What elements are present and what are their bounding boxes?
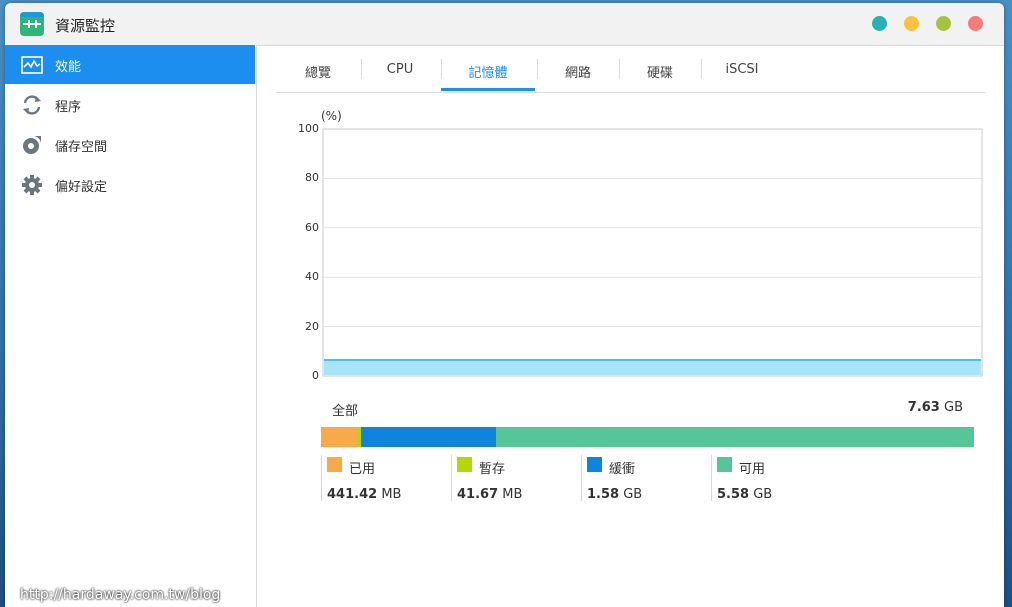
tab-cpu[interactable]: CPU <box>370 62 430 77</box>
legend-value: 41.67 MB <box>457 487 522 502</box>
legend-divider <box>711 455 712 501</box>
legend-divider <box>451 455 452 501</box>
legend-value-number: 5.58 <box>717 487 750 502</box>
sidebar-item-label: 程序 <box>55 100 82 115</box>
memory-total-unit: GB <box>944 400 963 415</box>
performance-chart-icon <box>21 56 43 74</box>
chart-frame <box>322 128 983 377</box>
legend-label: 已用 <box>349 462 376 477</box>
legend-value: 5.58 GB <box>717 487 772 502</box>
legend-value-unit: MB <box>381 487 402 502</box>
legend-divider <box>581 455 582 501</box>
legend-value-unit: MB <box>502 487 523 502</box>
legend-value-unit: GB <box>623 487 643 502</box>
memory-bar-segment <box>321 427 358 447</box>
resource-monitor-app-icon <box>20 12 44 36</box>
legend-swatch <box>717 457 732 472</box>
watermark-url: http://hardaway.com.tw/blog <box>20 587 221 603</box>
title-bar[interactable]: 資源監控 <box>5 3 1004 46</box>
tab-memory[interactable]: 記憶體 <box>446 62 530 81</box>
legend-value-number: 441.42 <box>327 487 378 502</box>
main-panel: 總覽 CPU 記憶體 網路 硬碟 iSCSI (%) 100 80 60 40 20 0 … <box>257 45 1004 607</box>
memory-legend-item: 暫存 41.67 MB <box>451 455 576 502</box>
memory-usage-chart: (%) 100 80 60 40 20 0 <box>257 105 1004 385</box>
legend-swatch <box>587 457 602 472</box>
memory-bar-segment <box>361 427 496 447</box>
sidebar-item-label: 儲存空間 <box>55 140 108 155</box>
sidebar-item-label: 偏好設定 <box>55 180 108 195</box>
memory-total-value: 7.63 GB <box>857 400 963 415</box>
legend-divider <box>321 455 322 501</box>
sidebar-item-storage[interactable]: 儲存空間 <box>5 125 255 164</box>
memory-total-number: 7.63 <box>907 400 940 415</box>
legend-value: 441.42 MB <box>327 487 401 502</box>
memory-bar-segment <box>496 427 974 447</box>
window-button-2[interactable] <box>904 16 919 31</box>
legend-label: 可用 <box>739 462 766 477</box>
memory-legend-item: 可用 5.58 GB <box>711 455 836 502</box>
legend-value: 1.58 GB <box>587 487 642 502</box>
sidebar-item-label: 效能 <box>55 60 82 75</box>
tab-overview[interactable]: 總覽 <box>286 62 350 81</box>
window-button-1[interactable] <box>872 16 887 31</box>
storage-pie-icon <box>23 136 41 154</box>
legend-value-unit: GB <box>753 487 773 502</box>
window-title: 資源監控 <box>55 17 116 35</box>
window-button-4[interactable] <box>968 16 983 31</box>
legend-value-number: 1.58 <box>587 487 620 502</box>
tab-disk[interactable]: 硬碟 <box>624 62 696 81</box>
legend-swatch <box>457 457 472 472</box>
sidebar-item-process[interactable]: 程序 <box>5 85 255 124</box>
memory-total-label: 全部 <box>332 404 359 419</box>
sidebar-item-preferences[interactable]: 偏好設定 <box>5 165 255 204</box>
active-tab-indicator <box>441 88 535 91</box>
tab-bar: 總覽 CPU 記憶體 網路 硬碟 iSCSI <box>276 45 985 93</box>
sidebar: 效能 程序 儲存空間 偏好設定 <box>5 45 257 607</box>
sidebar-item-performance[interactable]: 效能 <box>5 45 255 84</box>
legend-value-number: 41.67 <box>457 487 499 502</box>
resource-monitor-window: 資源監控 效能 程序 儲存空間 偏好設定 總覽 CPU 記憶體 網路 硬碟 iS… <box>5 3 1004 607</box>
window-button-3[interactable] <box>936 16 951 31</box>
legend-swatch <box>327 457 342 472</box>
tab-network[interactable]: 網路 <box>542 62 614 81</box>
tab-iscsi[interactable]: iSCSI <box>706 62 778 77</box>
chart-plot <box>322 128 983 377</box>
memory-legend-item: 緩衝 1.58 GB <box>581 455 706 502</box>
memory-usage-bar <box>321 427 974 447</box>
memory-usage-area <box>324 359 981 375</box>
legend-label: 暫存 <box>479 462 506 477</box>
process-refresh-icon <box>23 95 41 115</box>
legend-label: 緩衝 <box>609 462 636 477</box>
memory-legend-item: 已用 441.42 MB <box>321 455 446 502</box>
gear-icon <box>22 175 42 195</box>
